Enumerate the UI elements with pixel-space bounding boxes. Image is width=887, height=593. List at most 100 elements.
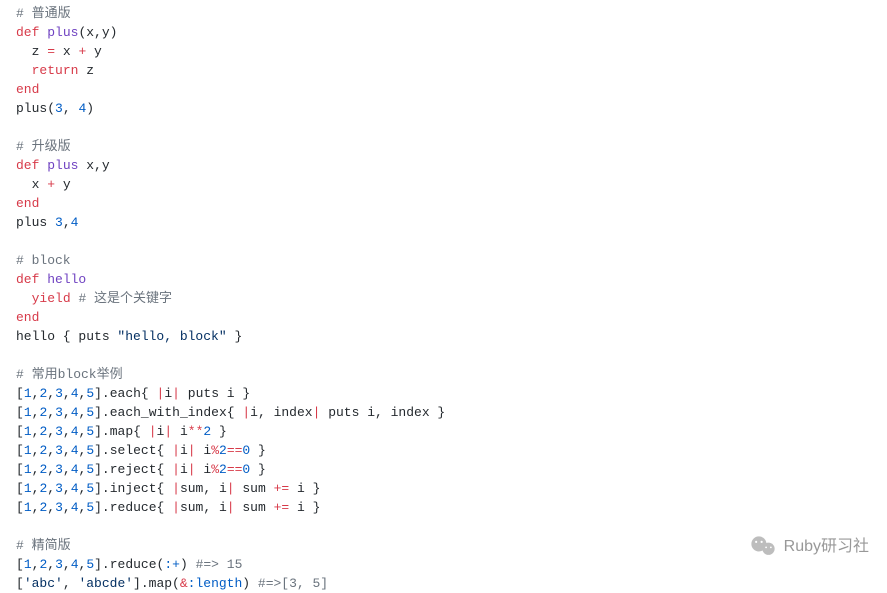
token-num: 4 [71, 443, 79, 458]
code-line: return z [16, 61, 887, 80]
token-sym: :length [188, 576, 243, 591]
token-num: 1 [24, 462, 32, 477]
code-line: # 精简版 [16, 536, 887, 555]
token-plain: , [63, 443, 71, 458]
token-plain: [ [16, 424, 24, 439]
token-plain: z [78, 63, 94, 78]
token-keyword: end [16, 196, 39, 211]
token-num: 1 [24, 405, 32, 420]
token-comment: #=> 15 [196, 557, 243, 572]
code-line: def plus x,y [16, 156, 887, 175]
code-line [16, 517, 887, 536]
code-line [16, 232, 887, 251]
token-comment: # 精简版 [16, 538, 71, 553]
code-line: plus 3,4 [16, 213, 887, 232]
token-plain: , [63, 557, 71, 572]
token-plain: ].each_with_index{ [94, 405, 242, 420]
token-num: 3 [55, 215, 63, 230]
token-op: | [172, 481, 180, 496]
token-plain: } [250, 462, 266, 477]
token-op: | [149, 424, 157, 439]
token-plain: ].select{ [94, 443, 172, 458]
token-plain: , [63, 576, 79, 591]
token-plain: ) [86, 101, 94, 116]
token-num: 4 [71, 481, 79, 496]
token-plain: } [250, 443, 266, 458]
token-op: | [242, 405, 250, 420]
token-plain: ].reduce{ [94, 500, 172, 515]
code-line: x + y [16, 175, 887, 194]
token-op: | [227, 481, 235, 496]
token-plain: sum [235, 481, 274, 496]
token-plain: i [196, 462, 212, 477]
token-op: % [211, 443, 219, 458]
token-op: = [47, 44, 55, 59]
code-line: [1,2,3,4,5].reduce{ |sum, i| sum += i } [16, 498, 887, 517]
token-string: 'abcde' [78, 576, 133, 591]
code-line: [1,2,3,4,5].select{ |i| i%2==0 } [16, 441, 887, 460]
token-plain: plus [16, 215, 55, 230]
token-num: 4 [71, 405, 79, 420]
token-keyword: def [16, 25, 39, 40]
token-plain: ) [180, 557, 196, 572]
token-op: + [47, 177, 55, 192]
token-keyword: end [16, 310, 39, 325]
token-plain: , [47, 443, 55, 458]
token-keyword: end [16, 82, 39, 97]
token-plain: } [211, 424, 227, 439]
code-line: # 普通版 [16, 4, 887, 23]
token-plain: , [63, 101, 79, 116]
code-line: [1,2,3,4,5].each{ |i| puts i } [16, 384, 887, 403]
code-line: [1,2,3,4,5].reduce(:+) #=> 15 [16, 555, 887, 574]
token-op: += [274, 500, 290, 515]
token-plain: puts i } [180, 386, 250, 401]
token-num: 3 [55, 557, 63, 572]
token-plain [16, 291, 32, 306]
token-plain: , [63, 215, 71, 230]
token-comment: #=>[3, 5] [258, 576, 328, 591]
token-plain: [ [16, 405, 24, 420]
token-num: 4 [71, 500, 79, 515]
token-plain: i [196, 443, 212, 458]
token-plain: x [55, 44, 78, 59]
token-op: ** [188, 424, 204, 439]
token-num: 1 [24, 500, 32, 515]
token-num: 1 [24, 481, 32, 496]
token-plain: (x,y) [78, 25, 117, 40]
token-plain: , [63, 462, 71, 477]
token-plain: [ [16, 481, 24, 496]
code-line: end [16, 308, 887, 327]
code-line: def plus(x,y) [16, 23, 887, 42]
code-line: ['abc', 'abcde'].map(&:length) #=>[3, 5] [16, 574, 887, 593]
token-plain: [ [16, 386, 24, 401]
token-op: | [164, 424, 172, 439]
token-string: 'abc' [24, 576, 63, 591]
token-plain: , [47, 462, 55, 477]
token-plain: i [172, 424, 188, 439]
token-num: 1 [24, 557, 32, 572]
token-comment: # 常用block举例 [16, 367, 123, 382]
token-plain: ) [242, 576, 258, 591]
token-comment: # 这是个关键字 [78, 291, 172, 306]
token-string: "hello, block" [117, 329, 226, 344]
token-plain: , [47, 386, 55, 401]
token-plain: ].each{ [94, 386, 156, 401]
token-plain: i } [289, 500, 320, 515]
code-line: [1,2,3,4,5].reject{ |i| i%2==0 } [16, 460, 887, 479]
token-num: 3 [55, 443, 63, 458]
token-op: | [172, 443, 180, 458]
token-op: | [172, 462, 180, 477]
token-keyword: def [16, 158, 39, 173]
token-plain: } [227, 329, 243, 344]
code-line: [1,2,3,4,5].each_with_index{ |i, index| … [16, 403, 887, 422]
token-plain [16, 63, 32, 78]
token-plain: , [63, 424, 71, 439]
token-num: 3 [55, 424, 63, 439]
token-num: 3 [55, 500, 63, 515]
token-plain: [ [16, 500, 24, 515]
code-line: end [16, 80, 887, 99]
token-plain: plus( [16, 101, 55, 116]
token-plain: [ [16, 557, 24, 572]
token-comment: # 普通版 [16, 6, 71, 21]
token-op: | [172, 386, 180, 401]
